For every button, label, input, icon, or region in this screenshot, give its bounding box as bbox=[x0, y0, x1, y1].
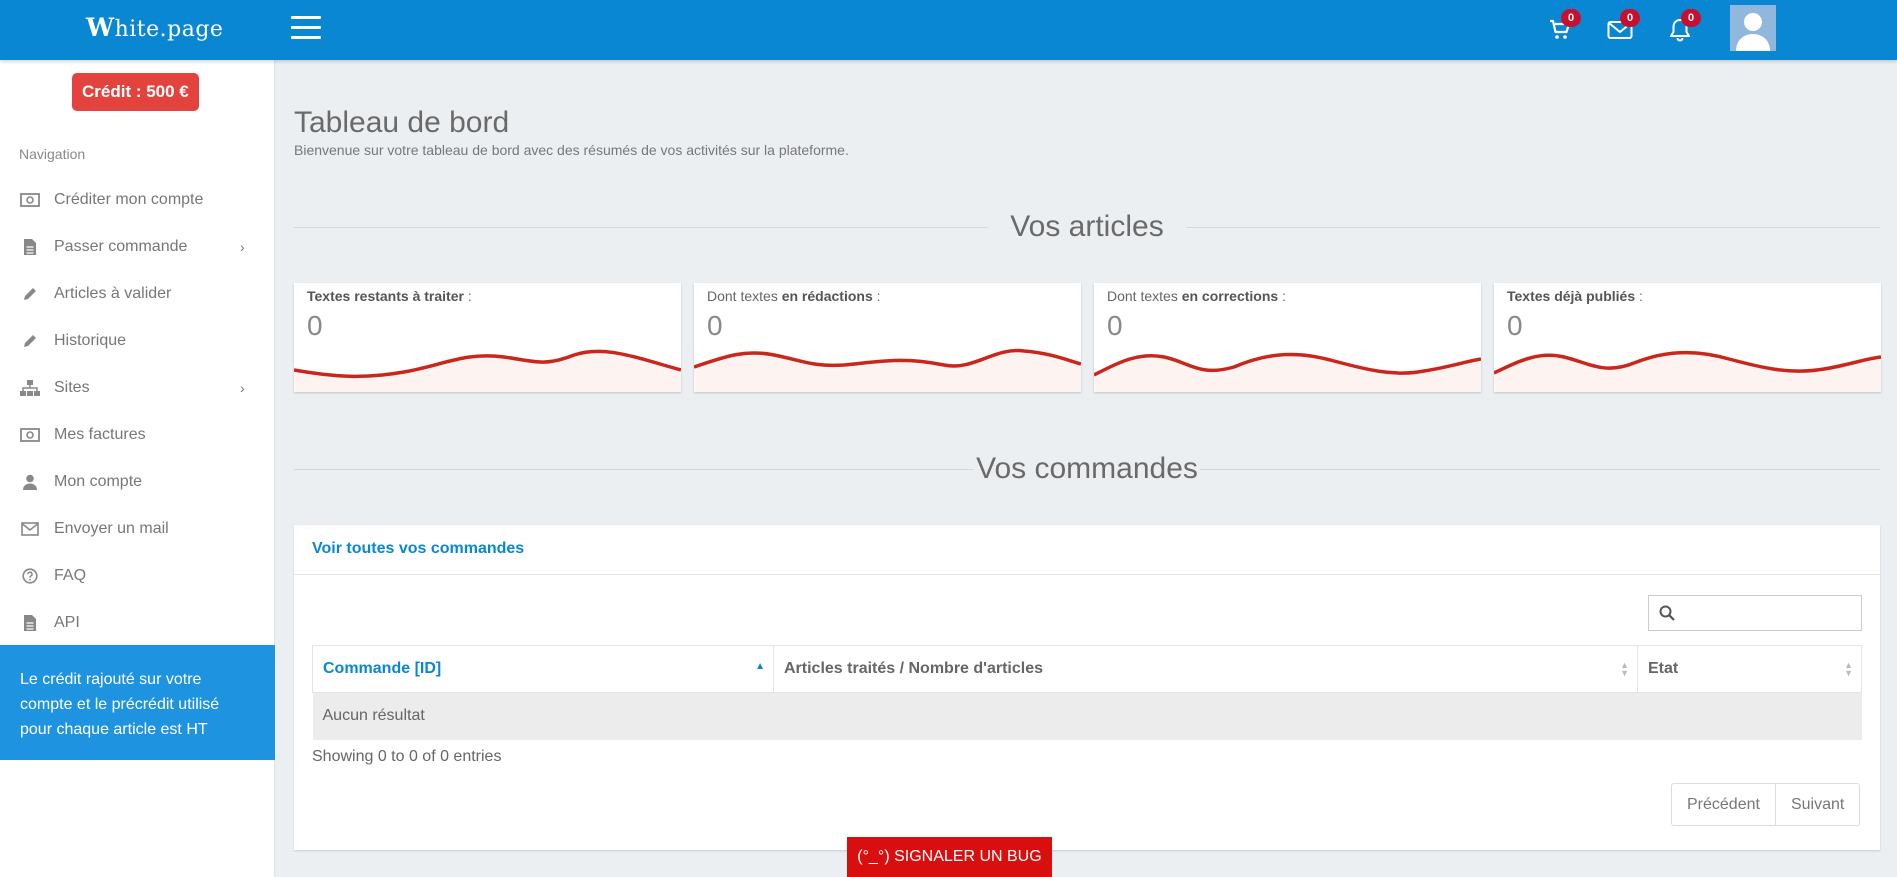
sidebar-item-mon-compte[interactable]: Mon compte bbox=[0, 458, 275, 505]
nav-heading: Navigation bbox=[19, 146, 86, 162]
card-label: Dont textes en rédactions : bbox=[707, 288, 881, 304]
user-icon bbox=[19, 473, 41, 491]
sidebar-item-envoyer-un-mail[interactable]: Envoyer un mail bbox=[0, 505, 275, 552]
view-all-orders-link[interactable]: Voir toutes vos commandes bbox=[312, 540, 524, 557]
money-icon bbox=[19, 191, 41, 209]
bell-count-badge: 0 bbox=[1681, 9, 1701, 27]
file-icon bbox=[19, 238, 41, 256]
envelope-icon bbox=[19, 520, 41, 538]
sidebar: Crédit : 500 € Navigation Créditer mon c… bbox=[0, 60, 275, 877]
sidebar-item-label: Passer commande bbox=[54, 237, 188, 255]
stat-card-restants: Textes restants à traiter : 0 bbox=[294, 283, 681, 392]
file-icon bbox=[19, 614, 41, 632]
question-icon bbox=[19, 567, 41, 585]
page-subtitle: Bienvenue sur votre tableau de bord avec… bbox=[294, 142, 849, 158]
sort-icon: ▲ ▼ bbox=[1620, 660, 1629, 678]
sidebar-item-label: Sites bbox=[54, 378, 90, 396]
sitemap-icon bbox=[19, 379, 41, 397]
articles-section-heading: Vos articles bbox=[294, 210, 1880, 244]
report-bug-button[interactable]: (°_°) SIGNALER UN BUG bbox=[847, 837, 1052, 877]
column-header-articles-traites[interactable]: Articles traités / Nombre d'articles ▲ ▼ bbox=[773, 645, 1638, 693]
sidebar-item-crediter[interactable]: Créditer mon compte bbox=[0, 176, 275, 223]
sparkline bbox=[1494, 350, 1881, 392]
panel-header: Voir toutes vos commandes bbox=[294, 525, 1880, 575]
chevron-right-icon: › bbox=[240, 239, 245, 255]
sidebar-item-historique[interactable]: Historique bbox=[0, 317, 275, 364]
cart-count-badge: 0 bbox=[1561, 9, 1581, 27]
sort-icon: ▲ ▼ bbox=[1844, 660, 1853, 678]
search-input[interactable] bbox=[1685, 600, 1855, 626]
sidebar-item-label: Envoyer un mail bbox=[54, 519, 169, 537]
sparkline bbox=[1094, 352, 1481, 392]
sidebar-item-sites[interactable]: Sites › bbox=[0, 364, 275, 411]
sidebar-item-faq[interactable]: FAQ bbox=[0, 552, 275, 599]
credit-info-box: Le crédit rajouté sur votre compte et le… bbox=[0, 645, 275, 760]
empty-result: Aucun résultat bbox=[312, 692, 1862, 740]
stat-card-publies: Textes déjà publiés : 0 bbox=[1494, 283, 1881, 392]
card-label: Textes déjà publiés : bbox=[1507, 288, 1643, 304]
card-value: 0 bbox=[707, 310, 723, 341]
next-page-button[interactable]: Suivant bbox=[1774, 784, 1859, 825]
cart-icon[interactable]: 0 bbox=[1548, 9, 1581, 43]
sidebar-item-label: Mes factures bbox=[54, 425, 146, 443]
search-box[interactable] bbox=[1648, 595, 1862, 631]
sidebar-item-articles-a-valider[interactable]: Articles à valider bbox=[0, 270, 275, 317]
pencil-icon bbox=[19, 332, 41, 350]
orders-section-heading: Vos commandes bbox=[294, 452, 1880, 486]
orders-table: Commande [ID] ▲ Articles traités / Nombre… bbox=[312, 645, 1862, 740]
mail-icon[interactable]: 0 bbox=[1607, 9, 1640, 43]
nav-list: Créditer mon compte Passer commande › Ar… bbox=[0, 176, 275, 646]
mail-count-badge: 0 bbox=[1620, 9, 1640, 27]
money-icon bbox=[19, 426, 41, 444]
menu-toggle-icon[interactable] bbox=[291, 16, 321, 42]
orders-panel: Voir toutes vos commandes Commande [ID] ▲… bbox=[294, 525, 1880, 850]
sidebar-item-label: Articles à valider bbox=[54, 284, 172, 302]
previous-page-button[interactable]: Précédent bbox=[1672, 784, 1775, 825]
credit-badge[interactable]: Crédit : 500 € bbox=[72, 73, 199, 111]
sidebar-item-label: FAQ bbox=[54, 566, 87, 584]
card-label: Textes restants à traiter : bbox=[307, 288, 472, 304]
page-title: Tableau de bord bbox=[294, 106, 510, 139]
logo[interactable]: White.page bbox=[86, 13, 223, 42]
sidebar-item-label: Mon compte bbox=[54, 472, 143, 490]
pagination: Précédent Suivant bbox=[1671, 783, 1861, 826]
card-value: 0 bbox=[1507, 310, 1523, 341]
sort-asc-icon: ▲ bbox=[755, 661, 765, 672]
column-header-etat[interactable]: Etat ▲ ▼ bbox=[1637, 645, 1862, 693]
sidebar-item-api[interactable]: API bbox=[0, 599, 275, 646]
card-value: 0 bbox=[1107, 310, 1123, 341]
pencil-icon bbox=[19, 285, 41, 303]
search-icon bbox=[1659, 605, 1675, 626]
entries-info: Showing 0 to 0 of 0 entries bbox=[312, 748, 502, 765]
sparkline bbox=[694, 348, 1081, 392]
card-value: 0 bbox=[307, 310, 323, 341]
stat-card-redactions: Dont textes en rédactions : 0 bbox=[694, 283, 1081, 392]
stat-card-corrections: Dont textes en corrections : 0 bbox=[1094, 283, 1481, 392]
sidebar-item-label: Créditer mon compte bbox=[54, 190, 204, 208]
top-bar: White.page 0 0 0 bbox=[0, 0, 1897, 60]
sidebar-item-passer-commande[interactable]: Passer commande › bbox=[0, 223, 275, 270]
chevron-right-icon: › bbox=[240, 380, 245, 396]
card-label: Dont textes en corrections : bbox=[1107, 288, 1286, 304]
sidebar-item-label: API bbox=[54, 613, 80, 631]
bell-icon[interactable]: 0 bbox=[1668, 9, 1701, 43]
table-row: Aucun résultat bbox=[312, 692, 1862, 740]
sidebar-item-mes-factures[interactable]: Mes factures bbox=[0, 411, 275, 458]
sidebar-item-label: Historique bbox=[54, 331, 127, 349]
avatar[interactable] bbox=[1730, 5, 1776, 51]
sparkline bbox=[294, 349, 681, 392]
column-header-commande-id[interactable]: Commande [ID] ▲ bbox=[312, 645, 774, 693]
